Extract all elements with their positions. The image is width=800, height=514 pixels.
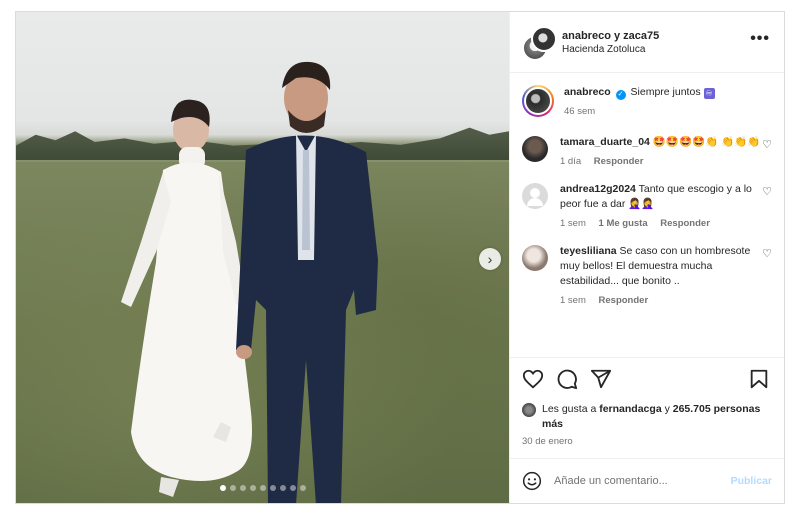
slide-dot — [259, 485, 266, 491]
like-comment-heart-icon[interactable]: ♡ — [762, 138, 772, 151]
like-comment-heart-icon[interactable]: ♡ — [762, 185, 772, 198]
slide-dot — [289, 485, 296, 491]
slide-dot — [229, 485, 236, 491]
post-media[interactable]: › — [16, 12, 509, 503]
caption-text: Siempre juntos — [630, 86, 701, 98]
comment-username[interactable]: tamara_duarte_04 — [560, 136, 650, 148]
heart-outline-icon[interactable] — [522, 368, 546, 392]
comment-icon[interactable] — [556, 368, 580, 392]
comment-input[interactable] — [552, 474, 731, 488]
comment-username[interactable]: teyesliliana — [560, 245, 617, 257]
slide-dot — [279, 485, 286, 491]
avatar[interactable] — [522, 245, 548, 271]
likes-summary: Les gusta a fernandacga y 265.705 person… — [510, 402, 784, 432]
slide-dot — [239, 485, 246, 491]
list-item: andrea12g2024 Tanto que escogio y a lo p… — [522, 182, 772, 231]
likes-joiner: y — [664, 403, 670, 415]
comment-likes[interactable]: 1 Me gusta — [599, 218, 648, 229]
likes-prefix: Les gusta a — [542, 403, 597, 415]
caption-username[interactable]: anabreco — [564, 86, 611, 98]
bookmark-icon[interactable] — [748, 368, 772, 392]
share-icon[interactable] — [590, 368, 614, 392]
post-actions — [510, 357, 784, 402]
reply-button[interactable]: Responder — [660, 218, 710, 229]
likes-user-link[interactable]: fernandacga — [599, 403, 661, 415]
post-date[interactable]: 30 de enero — [510, 432, 784, 458]
slide-indicator — [16, 485, 509, 491]
publish-button[interactable]: Publicar — [731, 475, 772, 487]
comment-text: 🤩🤩🤩🤩👏 👏👏👏 — [652, 136, 761, 148]
avatar[interactable] — [522, 183, 548, 209]
groom-figure — [236, 61, 378, 503]
post-caption: anabreco ✓ Siempre juntos ♾ 46 sem — [522, 85, 772, 119]
post-dialog: › anabreco y zaca75 Hacienda Zotoluca ••… — [15, 11, 785, 504]
slide-dot — [299, 485, 306, 491]
avatar — [531, 26, 557, 52]
avatar[interactable] — [522, 85, 554, 117]
comment-time[interactable]: 1 sem — [560, 295, 586, 306]
more-options-icon[interactable]: ••• — [750, 30, 770, 48]
comment-time[interactable]: 1 sem — [560, 218, 586, 229]
caption-time[interactable]: 46 sem — [564, 106, 595, 117]
avatar[interactable] — [522, 136, 548, 162]
list-item: teyesliliana Se caso con un hombresote m… — [522, 244, 772, 308]
reply-button[interactable]: Responder — [599, 295, 649, 306]
add-comment-bar: Publicar — [510, 458, 784, 503]
post-header: anabreco y zaca75 Hacienda Zotoluca ••• — [510, 12, 784, 73]
next-slide-button[interactable]: › — [479, 248, 501, 270]
slide-dot — [269, 485, 276, 491]
post-side-panel: anabreco y zaca75 Hacienda Zotoluca ••• … — [509, 12, 784, 503]
verified-badge-icon: ✓ — [615, 90, 626, 100]
avatar[interactable] — [522, 403, 536, 417]
infinity-emoji: ♾ — [703, 88, 715, 99]
comment-username[interactable]: andrea12g2024 — [560, 183, 636, 195]
list-item: tamara_duarte_04 🤩🤩🤩🤩👏 👏👏👏 1 día Respond… — [522, 135, 772, 169]
header-usernames[interactable]: anabreco y zaca75 — [562, 30, 659, 42]
collab-avatars[interactable] — [522, 26, 557, 61]
slide-dot — [249, 485, 256, 491]
comment-time[interactable]: 1 día — [560, 156, 581, 167]
comments-list[interactable]: anabreco ✓ Siempre juntos ♾ 46 sem tamar… — [510, 73, 784, 357]
smile-icon[interactable] — [522, 471, 542, 491]
like-comment-heart-icon[interactable]: ♡ — [762, 247, 772, 260]
slide-dot — [219, 485, 226, 491]
chevron-right-icon: › — [487, 251, 493, 267]
location-link[interactable]: Hacienda Zotoluca — [562, 44, 659, 55]
reply-button[interactable]: Responder — [594, 156, 644, 167]
